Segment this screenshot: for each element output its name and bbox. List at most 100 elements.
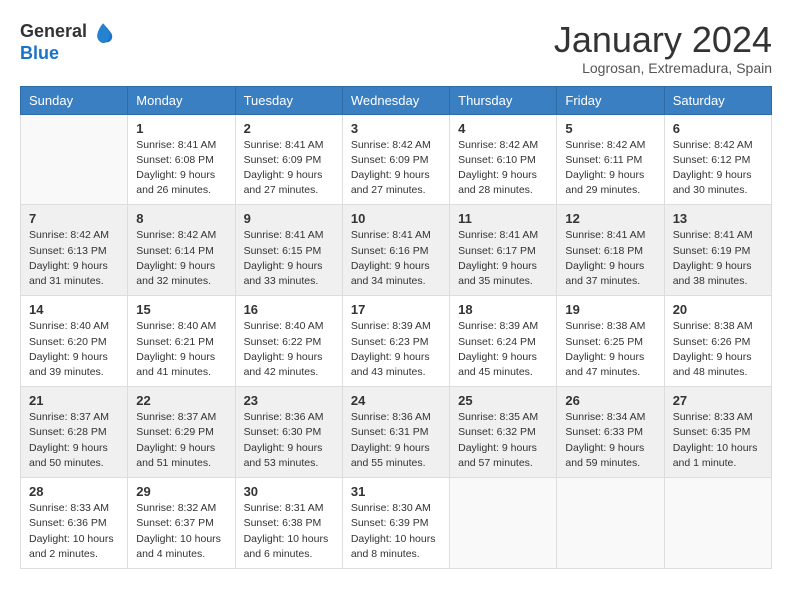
calendar-cell: 19 Sunrise: 8:38 AM Sunset: 6:25 PM Dayli… (557, 296, 664, 387)
day-number: 12 (565, 211, 655, 226)
calendar-cell: 31 Sunrise: 8:30 AM Sunset: 6:39 PM Dayli… (342, 478, 449, 569)
calendar-cell: 18 Sunrise: 8:39 AM Sunset: 6:24 PM Dayli… (450, 296, 557, 387)
day-number: 6 (673, 121, 763, 136)
calendar-cell: 27 Sunrise: 8:33 AM Sunset: 6:35 PM Dayli… (664, 387, 771, 478)
day-number: 11 (458, 211, 548, 226)
day-number: 22 (136, 393, 226, 408)
calendar-cell: 28Sunrise: 8:33 AM Sunset: 6:36 PM Dayli… (21, 478, 128, 569)
day-info: Sunrise: 8:40 AM Sunset: 6:21 PM Dayligh… (136, 319, 226, 380)
logo: General Blue (20, 20, 115, 64)
day-info: Sunrise: 8:37 AM Sunset: 6:29 PM Dayligh… (136, 410, 226, 471)
header-saturday: Saturday (664, 86, 771, 114)
calendar-cell: 14 Sunrise: 8:40 AM Sunset: 6:20 PM Dayli… (21, 296, 128, 387)
day-number: 7 (29, 211, 119, 226)
calendar-cell: 25Sunrise: 8:35 AM Sunset: 6:32 PM Dayli… (450, 387, 557, 478)
day-number: 20 (673, 302, 763, 317)
calendar-cell (664, 478, 771, 569)
day-info: Sunrise: 8:38 AM Sunset: 6:26 PM Dayligh… (673, 319, 763, 380)
day-number: 15 (136, 302, 226, 317)
day-info: Sunrise: 8:39 AM Sunset: 6:24 PM Dayligh… (458, 319, 548, 380)
day-info: Sunrise: 8:40 AM Sunset: 6:20 PM Dayligh… (29, 319, 119, 380)
day-number: 13 (673, 211, 763, 226)
calendar-cell: 6 Sunrise: 8:42 AM Sunset: 6:12 PM Daylig… (664, 114, 771, 205)
day-info: Sunrise: 8:41 AM Sunset: 6:17 PM Dayligh… (458, 228, 548, 289)
calendar-cell: 17Sunrise: 8:39 AM Sunset: 6:23 PM Dayli… (342, 296, 449, 387)
day-number: 31 (351, 484, 441, 499)
calendar-cell: 2 Sunrise: 8:41 AM Sunset: 6:09 PM Daylig… (235, 114, 342, 205)
day-info: Sunrise: 8:42 AM Sunset: 6:13 PM Dayligh… (29, 228, 119, 289)
calendar-cell: 9Sunrise: 8:41 AM Sunset: 6:15 PM Daylig… (235, 205, 342, 296)
calendar-cell: 4 Sunrise: 8:42 AM Sunset: 6:10 PM Daylig… (450, 114, 557, 205)
day-info: Sunrise: 8:41 AM Sunset: 6:16 PM Dayligh… (351, 228, 441, 289)
calendar-cell (21, 114, 128, 205)
calendar-cell: 8Sunrise: 8:42 AM Sunset: 6:14 PM Daylig… (128, 205, 235, 296)
logo-general: General (20, 22, 87, 42)
day-info: Sunrise: 8:30 AM Sunset: 6:39 PM Dayligh… (351, 501, 441, 562)
calendar-cell: 24Sunrise: 8:36 AM Sunset: 6:31 PM Dayli… (342, 387, 449, 478)
day-number: 4 (458, 121, 548, 136)
day-info: Sunrise: 8:42 AM Sunset: 6:11 PM Dayligh… (565, 138, 655, 199)
day-info: Sunrise: 8:33 AM Sunset: 6:36 PM Dayligh… (29, 501, 119, 562)
day-number: 8 (136, 211, 226, 226)
calendar-week-4: 21Sunrise: 8:37 AM Sunset: 6:28 PM Dayli… (21, 387, 772, 478)
calendar-cell: 20 Sunrise: 8:38 AM Sunset: 6:26 PM Dayli… (664, 296, 771, 387)
day-number: 27 (673, 393, 763, 408)
day-number: 3 (351, 121, 441, 136)
calendar-cell: 15 Sunrise: 8:40 AM Sunset: 6:21 PM Dayli… (128, 296, 235, 387)
calendar-week-2: 7 Sunrise: 8:42 AM Sunset: 6:13 PM Daylig… (21, 205, 772, 296)
calendar-cell: 1 Sunrise: 8:41 AM Sunset: 6:08 PM Daylig… (128, 114, 235, 205)
logo-icon (91, 20, 115, 44)
day-number: 16 (244, 302, 334, 317)
day-info: Sunrise: 8:31 AM Sunset: 6:38 PM Dayligh… (244, 501, 334, 562)
day-info: Sunrise: 8:42 AM Sunset: 6:12 PM Dayligh… (673, 138, 763, 199)
day-number: 24 (351, 393, 441, 408)
day-number: 10 (351, 211, 441, 226)
calendar-cell: 23Sunrise: 8:36 AM Sunset: 6:30 PM Dayli… (235, 387, 342, 478)
calendar-cell: 3Sunrise: 8:42 AM Sunset: 6:09 PM Daylig… (342, 114, 449, 205)
day-info: Sunrise: 8:36 AM Sunset: 6:30 PM Dayligh… (244, 410, 334, 471)
calendar-cell (557, 478, 664, 569)
calendar-cell: 11 Sunrise: 8:41 AM Sunset: 6:17 PM Dayli… (450, 205, 557, 296)
header-wednesday: Wednesday (342, 86, 449, 114)
header-sunday: Sunday (21, 86, 128, 114)
day-info: Sunrise: 8:32 AM Sunset: 6:37 PM Dayligh… (136, 501, 226, 562)
day-info: Sunrise: 8:41 AM Sunset: 6:08 PM Dayligh… (136, 138, 226, 199)
calendar-cell: 10 Sunrise: 8:41 AM Sunset: 6:16 PM Dayli… (342, 205, 449, 296)
calendar-week-1: 1 Sunrise: 8:41 AM Sunset: 6:08 PM Daylig… (21, 114, 772, 205)
day-number: 2 (244, 121, 334, 136)
calendar-cell: 5 Sunrise: 8:42 AM Sunset: 6:11 PM Daylig… (557, 114, 664, 205)
header-row: Sunday Monday Tuesday Wednesday Thursday… (21, 86, 772, 114)
day-number: 26 (565, 393, 655, 408)
day-number: 17 (351, 302, 441, 317)
header-thursday: Thursday (450, 86, 557, 114)
header: General Blue January 2024 Logrosan, Extr… (20, 20, 772, 76)
day-number: 30 (244, 484, 334, 499)
day-number: 18 (458, 302, 548, 317)
day-number: 5 (565, 121, 655, 136)
day-info: Sunrise: 8:35 AM Sunset: 6:32 PM Dayligh… (458, 410, 548, 471)
calendar-week-3: 14 Sunrise: 8:40 AM Sunset: 6:20 PM Dayli… (21, 296, 772, 387)
calendar-cell: 26 Sunrise: 8:34 AM Sunset: 6:33 PM Dayli… (557, 387, 664, 478)
header-monday: Monday (128, 86, 235, 114)
day-number: 19 (565, 302, 655, 317)
header-friday: Friday (557, 86, 664, 114)
month-title: January 2024 (554, 20, 772, 60)
day-info: Sunrise: 8:34 AM Sunset: 6:33 PM Dayligh… (565, 410, 655, 471)
calendar-cell (450, 478, 557, 569)
title-area: January 2024 Logrosan, Extremadura, Spai… (554, 20, 772, 76)
day-info: Sunrise: 8:38 AM Sunset: 6:25 PM Dayligh… (565, 319, 655, 380)
day-number: 21 (29, 393, 119, 408)
day-info: Sunrise: 8:41 AM Sunset: 6:09 PM Dayligh… (244, 138, 334, 199)
subtitle: Logrosan, Extremadura, Spain (554, 60, 772, 76)
day-info: Sunrise: 8:41 AM Sunset: 6:18 PM Dayligh… (565, 228, 655, 289)
calendar-cell: 21Sunrise: 8:37 AM Sunset: 6:28 PM Dayli… (21, 387, 128, 478)
day-info: Sunrise: 8:41 AM Sunset: 6:19 PM Dayligh… (673, 228, 763, 289)
day-info: Sunrise: 8:42 AM Sunset: 6:10 PM Dayligh… (458, 138, 548, 199)
day-info: Sunrise: 8:33 AM Sunset: 6:35 PM Dayligh… (673, 410, 763, 471)
day-info: Sunrise: 8:40 AM Sunset: 6:22 PM Dayligh… (244, 319, 334, 380)
calendar-week-5: 28Sunrise: 8:33 AM Sunset: 6:36 PM Dayli… (21, 478, 772, 569)
day-info: Sunrise: 8:41 AM Sunset: 6:15 PM Dayligh… (244, 228, 334, 289)
calendar-cell: 16 Sunrise: 8:40 AM Sunset: 6:22 PM Dayli… (235, 296, 342, 387)
day-number: 14 (29, 302, 119, 317)
day-number: 1 (136, 121, 226, 136)
